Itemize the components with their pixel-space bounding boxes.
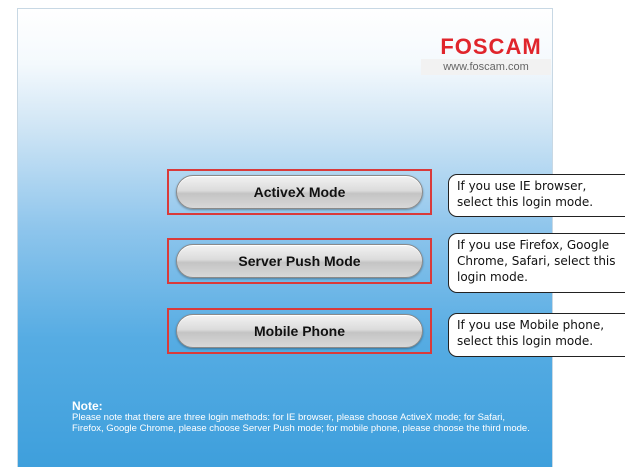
activex-highlight-box: ActiveX Mode [167, 169, 432, 215]
note-title: Note: [72, 399, 103, 413]
server-push-highlight-box: Server Push Mode [167, 238, 432, 284]
website-label: www.foscam.com [421, 59, 551, 75]
mobile-phone-button[interactable]: Mobile Phone [176, 314, 423, 348]
activex-mode-button[interactable]: ActiveX Mode [176, 175, 423, 209]
mobile-phone-highlight-box: Mobile Phone [167, 308, 432, 354]
server-push-mode-button[interactable]: Server Push Mode [176, 244, 423, 278]
note-body: Please note that there are three login m… [72, 412, 530, 434]
foscam-logo: FOSCAM [440, 34, 542, 59]
